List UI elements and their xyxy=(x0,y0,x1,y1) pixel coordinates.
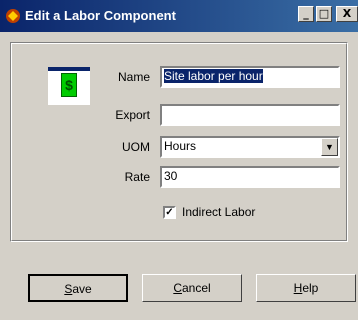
save-button[interactable]: Save xyxy=(28,274,128,302)
cancel-label: ancel xyxy=(181,281,211,295)
indirect-labor-label: Indirect Labor xyxy=(182,205,256,219)
labor-money-icon: $ xyxy=(48,67,90,105)
name-value: Site labor per hour xyxy=(164,69,263,83)
rate-field[interactable]: 30 xyxy=(160,166,340,188)
indirect-labor-checkbox[interactable]: ✓ xyxy=(163,206,176,219)
export-field[interactable] xyxy=(160,104,340,126)
name-field[interactable]: Site labor per hour xyxy=(160,66,340,88)
cancel-button[interactable]: Cancel xyxy=(142,274,242,302)
close-button[interactable]: X xyxy=(336,6,358,22)
cancel-key: C xyxy=(173,281,182,295)
title-bar: Edit a Labor Component _ □ X xyxy=(0,0,358,32)
maximize-button[interactable]: □ xyxy=(316,6,332,22)
dollar-bill-icon: $ xyxy=(61,73,77,97)
help-label: elp xyxy=(302,281,319,295)
uom-select[interactable]: Hours ▼ xyxy=(160,136,340,158)
name-label: Name xyxy=(117,70,150,84)
export-label: Export xyxy=(115,108,150,122)
chevron-down-icon[interactable]: ▼ xyxy=(321,138,338,156)
rate-label: Rate xyxy=(124,170,150,184)
minimize-button[interactable]: _ xyxy=(298,6,314,22)
uom-label: UOM xyxy=(122,140,150,154)
uom-value: Hours xyxy=(164,139,197,153)
window-title: Edit a Labor Component xyxy=(25,8,176,23)
save-label: ave xyxy=(72,282,92,296)
app-icon xyxy=(6,9,20,23)
icon-bar xyxy=(48,67,90,71)
help-button[interactable]: Help xyxy=(256,274,356,302)
